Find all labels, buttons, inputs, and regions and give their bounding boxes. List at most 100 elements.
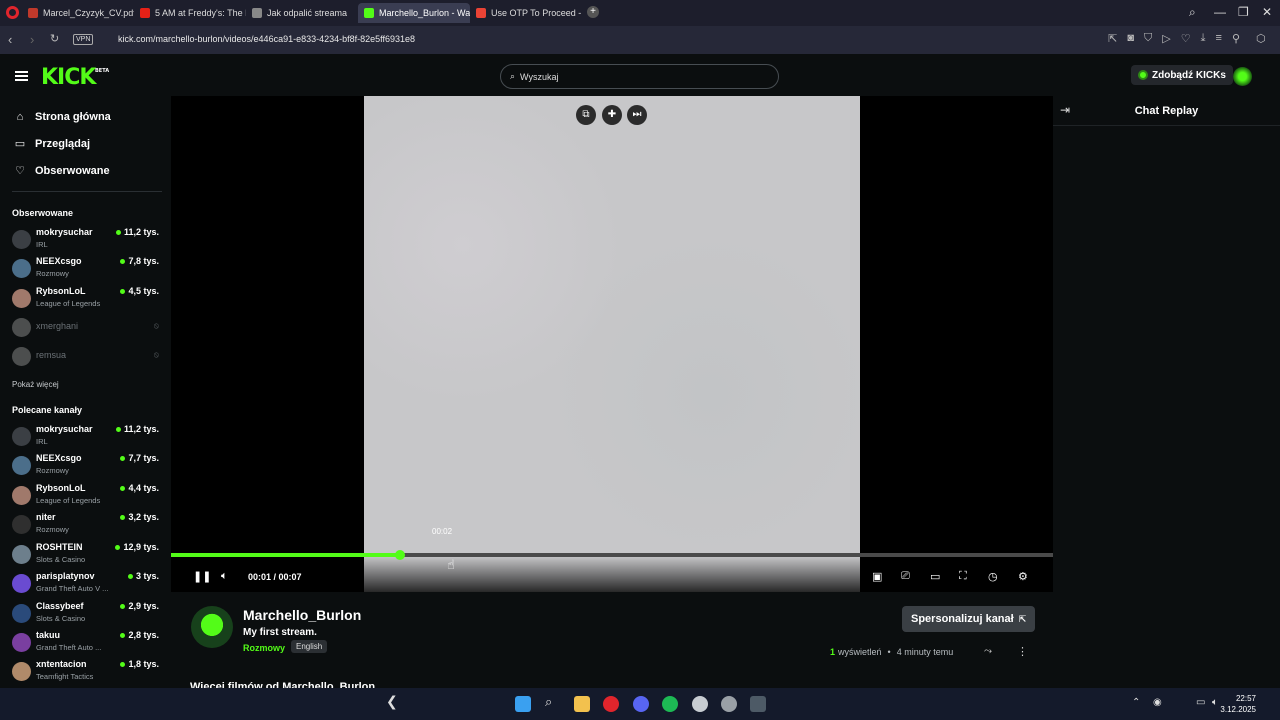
video-frame[interactable] [364,96,860,592]
show-more-link[interactable]: Pokaż więcej [12,380,59,389]
channel-name[interactable]: Marchello_Burlon [243,607,361,623]
channel-category: Teamfight Tactics [36,672,94,681]
close-window-icon[interactable]: ✕ [1262,5,1272,19]
followed-channel-offline[interactable]: remsua ⦸ [12,343,162,369]
customize-channel-button[interactable]: Spersonalizuj kanał ⇱ [902,606,1036,632]
menu-lines-icon[interactable]: ≡ [1216,32,1222,45]
followed-channel[interactable]: NEEXcsgo Rozmowy 7,8 tys. [12,255,162,281]
heart-outline-icon[interactable]: ♡ [1181,32,1191,45]
sidebar-item-browse[interactable]: ▭ Przeglądaj [14,137,90,151]
vpn-badge[interactable]: VPN [73,34,94,45]
language-tag[interactable]: English [291,640,328,653]
add-clip-icon[interactable]: ✚ [602,105,622,125]
tray-app-icon[interactable]: ◉ [1153,697,1162,708]
channel-category: League of Legends [36,299,101,308]
avatar [12,633,31,652]
live-dot-icon [120,603,126,609]
shield-icon[interactable]: ⛉ [1144,32,1152,45]
clock[interactable]: 22:57 3.12.2025 [1220,693,1256,715]
kick-logo[interactable]: KICK BETA [41,65,109,90]
file-explorer-icon[interactable] [574,696,590,712]
recommended-channel[interactable]: RybsonLoL League of Legends 4,4 tys. [12,482,162,508]
display-icon[interactable]: ▭ [1196,697,1205,708]
video-player[interactable]: ⧉ ✚ ⏭ 00:02 ☝ ❚❚ 🔈︎ 00:01 / 00:07 ▣ ⎚ ▭ … [171,96,1053,592]
category-link[interactable]: Rozmowy [243,643,285,653]
theater-mode-icon[interactable]: ▭ [930,570,940,583]
download-icon[interactable]: ⤓ [1201,32,1206,45]
back-icon[interactable]: ‹ [8,32,12,47]
skip-forward-icon[interactable]: ⏭ [627,105,647,125]
chevron-up-icon[interactable]: ⌃ [1132,697,1140,708]
channel-name: parisplatynov [36,571,95,581]
restore-icon[interactable]: ❐ [1238,5,1249,19]
hamburger-menu-icon[interactable] [15,71,28,81]
windows-start-icon[interactable] [515,696,531,712]
opera-icon[interactable] [603,696,619,712]
share-icon[interactable]: ⤳ [984,646,992,657]
channel-name: RybsonLoL [36,483,86,493]
browser-tab-active[interactable]: Marchello_Burlon - Watch [358,3,470,23]
recommended-channel[interactable]: niter Rozmowy 3,2 tys. [12,511,162,537]
pause-icon[interactable]: ❚❚ [193,570,211,583]
opera-logo-icon[interactable] [6,6,19,19]
play-icon[interactable]: ▷ [1162,32,1170,45]
clip-icon[interactable]: ⧉ [576,105,596,125]
search-icon[interactable]: ⌕ [545,694,552,710]
recommended-channel[interactable]: takuu Grand Theft Auto ... 2,8 tys. [12,629,162,655]
mini-player-icon[interactable]: ▣ [872,570,882,583]
playback-speed-icon[interactable]: ◷ [988,570,998,583]
recommended-channel[interactable]: ROSHTEIN Slots & Casino 12,9 tys. [12,541,162,567]
viewer-count: 7,7 tys. [120,453,159,463]
followed-channel[interactable]: RybsonLoL League of Legends 4,5 tys. [12,285,162,311]
extensions-icon[interactable]: ⬡ [1256,32,1266,45]
followed-channel[interactable]: mokrysuchar IRL 11,2 tys. [12,226,162,252]
recommended-channel[interactable]: NEEXcsgo Rozmowy 7,7 tys. [12,452,162,478]
sidebar-item-home[interactable]: ⌂ Strona główna [14,111,111,123]
followed-channel-offline[interactable]: xmerghani ⦸ [12,314,162,340]
browser-tab[interactable]: Use OTP To Proceed - mar [470,3,582,23]
channel-name: xmerghani [36,321,79,331]
tab-label: Jak odpalić streama [267,8,348,18]
channel-category: Grand Theft Auto V ... [36,584,109,593]
fullscreen-icon[interactable]: ⛶ [959,570,967,583]
search-tabs-icon[interactable]: ⌕ [1189,5,1196,20]
new-tab-plus-icon[interactable]: + [587,6,599,18]
browser-tab[interactable]: Jak odpalić streama [246,3,358,23]
sidebar-item-label: Strona główna [35,111,111,123]
user-avatar[interactable] [1233,67,1252,86]
recommended-channel[interactable]: xntentacion Teamfight Tactics 1,8 tys. [12,658,162,684]
reload-icon[interactable]: ↻ [50,32,59,45]
get-kicks-label: Zdobądź KICKs [1152,69,1226,81]
progress-handle[interactable] [395,550,405,560]
sidebar-item-following[interactable]: ♡ Obserwowane [14,164,110,178]
progress-bar[interactable] [171,550,1053,560]
volume-icon[interactable]: 🔈︎ [221,570,228,583]
sidebar-item-label: Obserwowane [35,164,110,177]
browser-tab[interactable]: Marcel_Czyzyk_CV.pdf [22,3,134,23]
camera-icon[interactable]: ◙ [1127,32,1134,45]
recommended-channel[interactable]: Classybeef Slots & Casino 2,9 tys. [12,600,162,626]
get-kicks-button[interactable]: Zdobądź KICKs [1131,65,1233,85]
channel-avatar[interactable] [191,606,233,648]
tab-label: 5 AM at Freddy's: The Pre [155,8,246,18]
viewer-count-text: 3 tys. [135,571,159,581]
open-external-icon[interactable]: ⇱ [1108,32,1117,45]
steam-icon[interactable] [692,696,708,712]
minimize-icon[interactable]: — [1214,5,1226,19]
spotify-icon[interactable] [662,696,678,712]
clip-camera-icon[interactable]: ⎚ [901,570,910,583]
recommended-channel[interactable]: parisplatynov Grand Theft Auto V ... 3 t… [12,570,162,596]
discord-icon[interactable] [633,696,649,712]
cursor-arrow-icon: ❮ [386,693,398,709]
search-input[interactable]: ⌕ Wyszukaj [500,64,779,89]
forward-icon[interactable]: › [30,32,34,47]
profile-icon[interactable]: ⚲ [1232,32,1240,45]
settings-gear-icon[interactable]: ⚙ [1018,570,1028,583]
url-text[interactable]: kick.com/marchello-burlon/videos/e446ca9… [118,34,415,44]
app-icon[interactable] [721,696,737,712]
more-options-icon[interactable]: ⋮ [1017,645,1028,658]
volume-icon[interactable]: 🔈︎ [1212,697,1218,708]
recommended-channel[interactable]: mokrysuchar IRL 11,2 tys. [12,423,162,449]
browser-tab[interactable]: 5 AM at Freddy's: The Pre [134,3,246,23]
app-icon[interactable] [750,696,766,712]
